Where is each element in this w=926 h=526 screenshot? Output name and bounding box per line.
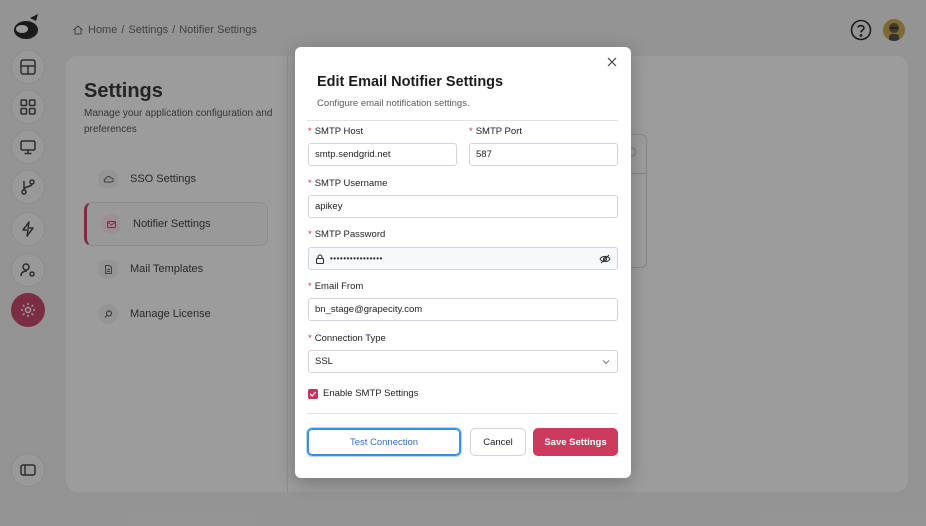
required-mark: * (308, 126, 312, 137)
connection-type-select[interactable]: SSL (308, 350, 618, 373)
smtp-password-field (308, 247, 618, 270)
smtp-host-input[interactable] (308, 143, 457, 166)
footer-divider (307, 413, 618, 414)
required-mark: * (308, 333, 312, 344)
email-from-input[interactable] (308, 298, 618, 321)
connection-type-label: * Connection Type (308, 333, 386, 344)
test-connection-button[interactable]: Test Connection (306, 427, 462, 457)
email-from-label: * Email From (308, 281, 364, 292)
required-mark: * (308, 229, 312, 240)
edit-email-notifier-dialog: Edit Email Notifier Settings Configure e… (295, 47, 631, 478)
smtp-username-input[interactable] (308, 195, 618, 218)
required-mark: * (308, 281, 312, 292)
smtp-password-label: * SMTP Password (308, 229, 386, 240)
enable-smtp-checkbox[interactable]: Enable SMTP Settings (308, 388, 418, 399)
cancel-button[interactable]: Cancel (470, 428, 526, 456)
dialog-subtitle: Configure email notification settings. (317, 98, 470, 109)
check-icon (309, 391, 317, 397)
smtp-host-label: * SMTP Host (308, 126, 364, 137)
required-mark: * (469, 126, 473, 137)
smtp-port-label: * SMTP Port (469, 126, 522, 137)
checkbox-checked[interactable] (308, 388, 318, 399)
close-button[interactable] (605, 55, 619, 69)
dialog-title: Edit Email Notifier Settings (317, 74, 504, 90)
save-settings-button[interactable]: Save Settings (533, 428, 618, 456)
enable-smtp-label: Enable SMTP Settings (323, 388, 419, 399)
connection-type-value: SSL (315, 356, 333, 367)
close-icon (607, 57, 617, 67)
lock-icon (315, 253, 325, 264)
header-divider (307, 120, 618, 121)
smtp-port-input[interactable] (469, 143, 618, 166)
smtp-password-input[interactable] (326, 247, 599, 270)
smtp-username-label: * SMTP Username (308, 178, 388, 189)
chevron-down-icon (602, 359, 610, 364)
eye-off-icon[interactable] (599, 253, 611, 265)
required-mark: * (308, 178, 312, 189)
